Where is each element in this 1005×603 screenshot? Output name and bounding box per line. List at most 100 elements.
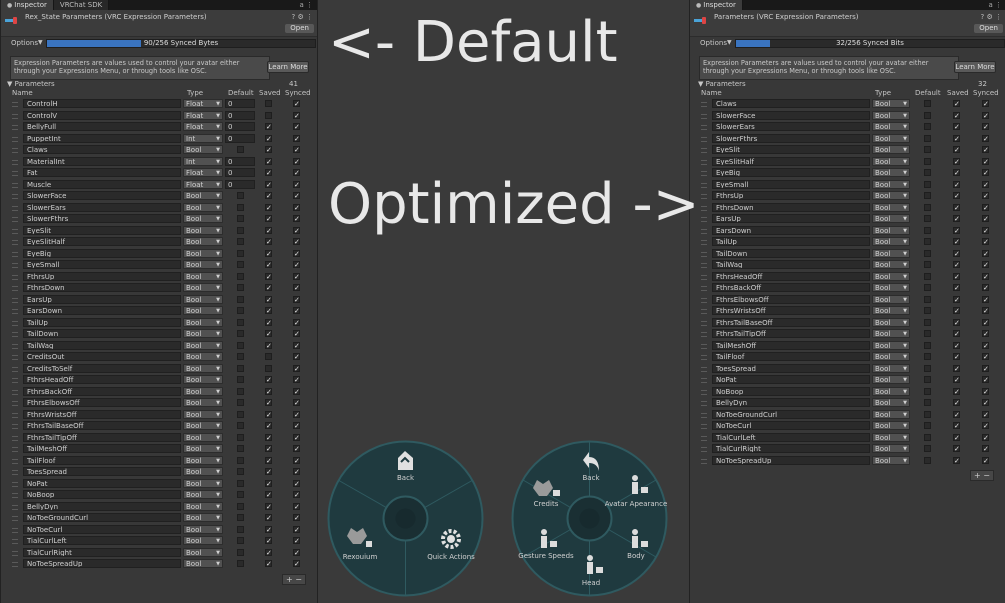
- drag-handle-icon[interactable]: [701, 102, 707, 107]
- param-synced-checkbox[interactable]: ✓: [293, 410, 300, 418]
- drag-handle-icon[interactable]: [701, 136, 707, 142]
- param-synced-checkbox[interactable]: ✓: [293, 445, 300, 453]
- drag-handle-icon[interactable]: [701, 263, 707, 268]
- param-name-field[interactable]: FthrsUp: [712, 191, 870, 200]
- table-row[interactable]: CreditsOut Bool ▼ ✓: [1, 351, 317, 363]
- header-tools[interactable]: ? ⚙ ⋮: [292, 13, 313, 21]
- param-default-checkbox[interactable]: [924, 353, 931, 360]
- drag-handle-icon[interactable]: [701, 113, 707, 119]
- param-type-dropdown[interactable]: Bool ▼: [872, 191, 910, 200]
- param-name-field[interactable]: EarsUp: [23, 294, 181, 304]
- drag-handle-icon[interactable]: [12, 447, 18, 452]
- param-synced-checkbox[interactable]: ✓: [982, 433, 989, 441]
- table-row[interactable]: NoToeGroundCurl Bool ▼ ✓ ✓: [1, 512, 317, 524]
- table-row[interactable]: NoBoop Bool ▼ ✓ ✓: [690, 386, 1005, 398]
- param-name-field[interactable]: BellyFull: [23, 122, 181, 131]
- param-name-field[interactable]: TailFloof: [712, 352, 870, 361]
- param-synced-checkbox[interactable]: ✓: [982, 192, 989, 200]
- param-saved-checkbox[interactable]: ✓: [265, 261, 272, 269]
- param-name-field[interactable]: EyeSmall: [23, 260, 181, 269]
- param-default-checkbox[interactable]: [924, 146, 931, 153]
- param-saved-checkbox[interactable]: [265, 364, 272, 372]
- drag-handle-icon[interactable]: [12, 527, 18, 533]
- param-type-dropdown[interactable]: Float ▼: [183, 122, 223, 131]
- table-row[interactable]: FthrsElbowsOff Bool ▼ ✓ ✓: [1, 397, 317, 409]
- learn-more-button[interactable]: Learn More: [954, 61, 996, 73]
- tab-vrchat-sdk[interactable]: VRChat SDK: [53, 0, 110, 10]
- table-row[interactable]: CreditsToSelf Bool ▼ ✓: [1, 363, 317, 375]
- table-row[interactable]: TailDown Bool ▼ ✓ ✓: [690, 248, 1005, 260]
- param-default-checkbox[interactable]: [237, 307, 244, 314]
- param-synced-checkbox[interactable]: ✓: [293, 272, 300, 280]
- drag-handle-icon[interactable]: [701, 309, 707, 314]
- param-synced-checkbox[interactable]: ✓: [293, 249, 300, 257]
- drag-handle-icon[interactable]: [12, 159, 18, 165]
- param-type-dropdown[interactable]: Bool ▼: [872, 375, 910, 384]
- param-type-dropdown[interactable]: Bool ▼: [872, 248, 910, 258]
- param-default-checkbox[interactable]: [924, 456, 931, 464]
- drag-handle-icon[interactable]: [12, 504, 18, 510]
- param-saved-checkbox[interactable]: [265, 100, 272, 107]
- param-saved-checkbox[interactable]: ✓: [265, 491, 272, 499]
- table-row[interactable]: EyeBig Bool ▼ ✓ ✓: [1, 248, 317, 260]
- param-name-field[interactable]: Claws: [23, 145, 181, 154]
- drag-handle-icon[interactable]: [12, 297, 18, 303]
- table-row[interactable]: TailFloof Bool ▼ ✓ ✓: [1, 455, 317, 467]
- drag-handle-icon[interactable]: [12, 516, 18, 521]
- param-synced-checkbox[interactable]: ✓: [293, 146, 300, 154]
- param-default-checkbox[interactable]: [237, 468, 244, 475]
- param-name-field[interactable]: SlowerFthrs: [23, 214, 181, 223]
- param-default-checkbox[interactable]: [924, 180, 931, 188]
- param-synced-checkbox[interactable]: ✓: [293, 341, 300, 349]
- table-row[interactable]: TialCurlRight Bool ▼ ✓ ✓: [1, 547, 317, 559]
- drag-handle-icon[interactable]: [12, 550, 18, 556]
- param-type-dropdown[interactable]: Float ▼: [183, 168, 223, 177]
- param-synced-checkbox[interactable]: ✓: [293, 100, 300, 108]
- param-synced-checkbox[interactable]: ✓: [293, 537, 300, 545]
- param-type-dropdown[interactable]: Bool ▼: [183, 513, 223, 522]
- param-default-checkbox[interactable]: [237, 284, 244, 291]
- param-saved-checkbox[interactable]: ✓: [265, 203, 272, 211]
- param-saved-checkbox[interactable]: ✓: [265, 422, 272, 430]
- param-type-dropdown[interactable]: Bool ▼: [183, 524, 223, 534]
- param-saved-checkbox[interactable]: ✓: [953, 249, 960, 257]
- param-default-checkbox[interactable]: [924, 261, 931, 268]
- table-row[interactable]: TailUp Bool ▼ ✓ ✓: [690, 236, 1005, 248]
- param-saved-checkbox[interactable]: ✓: [265, 514, 272, 522]
- param-name-field[interactable]: FthrsBackOff: [23, 386, 181, 396]
- table-row[interactable]: ToesSpread Bool ▼ ✓ ✓: [1, 466, 317, 478]
- param-saved-checkbox[interactable]: ✓: [953, 422, 960, 430]
- param-saved-checkbox[interactable]: ✓: [953, 180, 960, 188]
- table-row[interactable]: FthrsBackOff Bool ▼ ✓ ✓: [690, 282, 1005, 294]
- param-saved-checkbox[interactable]: ✓: [265, 376, 272, 384]
- param-saved-checkbox[interactable]: ✓: [953, 238, 960, 246]
- param-type-dropdown[interactable]: Bool ▼: [183, 559, 223, 568]
- drag-handle-icon[interactable]: [701, 274, 707, 280]
- drag-handle-icon[interactable]: [701, 332, 707, 337]
- param-saved-checkbox[interactable]: ✓: [265, 399, 272, 407]
- param-name-field[interactable]: NoPat: [23, 478, 181, 488]
- drag-handle-icon[interactable]: [701, 159, 707, 165]
- table-row[interactable]: FthrsBackOff Bool ▼ ✓ ✓: [1, 386, 317, 398]
- param-name-field[interactable]: ToesSpread: [23, 467, 181, 476]
- param-saved-checkbox[interactable]: ✓: [265, 525, 272, 533]
- param-default-checkbox[interactable]: [237, 203, 244, 211]
- param-default-checkbox[interactable]: [237, 433, 244, 441]
- table-row[interactable]: NoToeSpreadUp Bool ▼ ✓ ✓: [690, 455, 1005, 467]
- table-row[interactable]: NoToeCurl Bool ▼ ✓ ✓: [1, 524, 317, 536]
- param-default-checkbox[interactable]: [237, 215, 244, 222]
- param-name-field[interactable]: FthrsDown: [712, 202, 870, 212]
- add-remove-buttons[interactable]: + −: [282, 574, 306, 585]
- param-name-field[interactable]: EyeSmall: [712, 179, 870, 189]
- table-row[interactable]: FthrsHeadOff Bool ▼ ✓ ✓: [690, 271, 1005, 283]
- drag-handle-icon[interactable]: [12, 332, 18, 337]
- table-row[interactable]: TailMeshOff Bool ▼ ✓ ✓: [690, 340, 1005, 352]
- param-synced-checkbox[interactable]: ✓: [982, 249, 989, 257]
- param-default-checkbox[interactable]: [237, 238, 244, 245]
- param-name-field[interactable]: EyeSlit: [23, 225, 181, 235]
- param-synced-checkbox[interactable]: ✓: [982, 353, 989, 361]
- table-row[interactable]: Claws Bool ▼ ✓ ✓: [1, 144, 317, 156]
- table-row[interactable]: SlowerFace Bool ▼ ✓ ✓: [1, 190, 317, 202]
- param-synced-checkbox[interactable]: ✓: [293, 514, 300, 522]
- param-type-dropdown[interactable]: Bool ▼: [872, 168, 910, 177]
